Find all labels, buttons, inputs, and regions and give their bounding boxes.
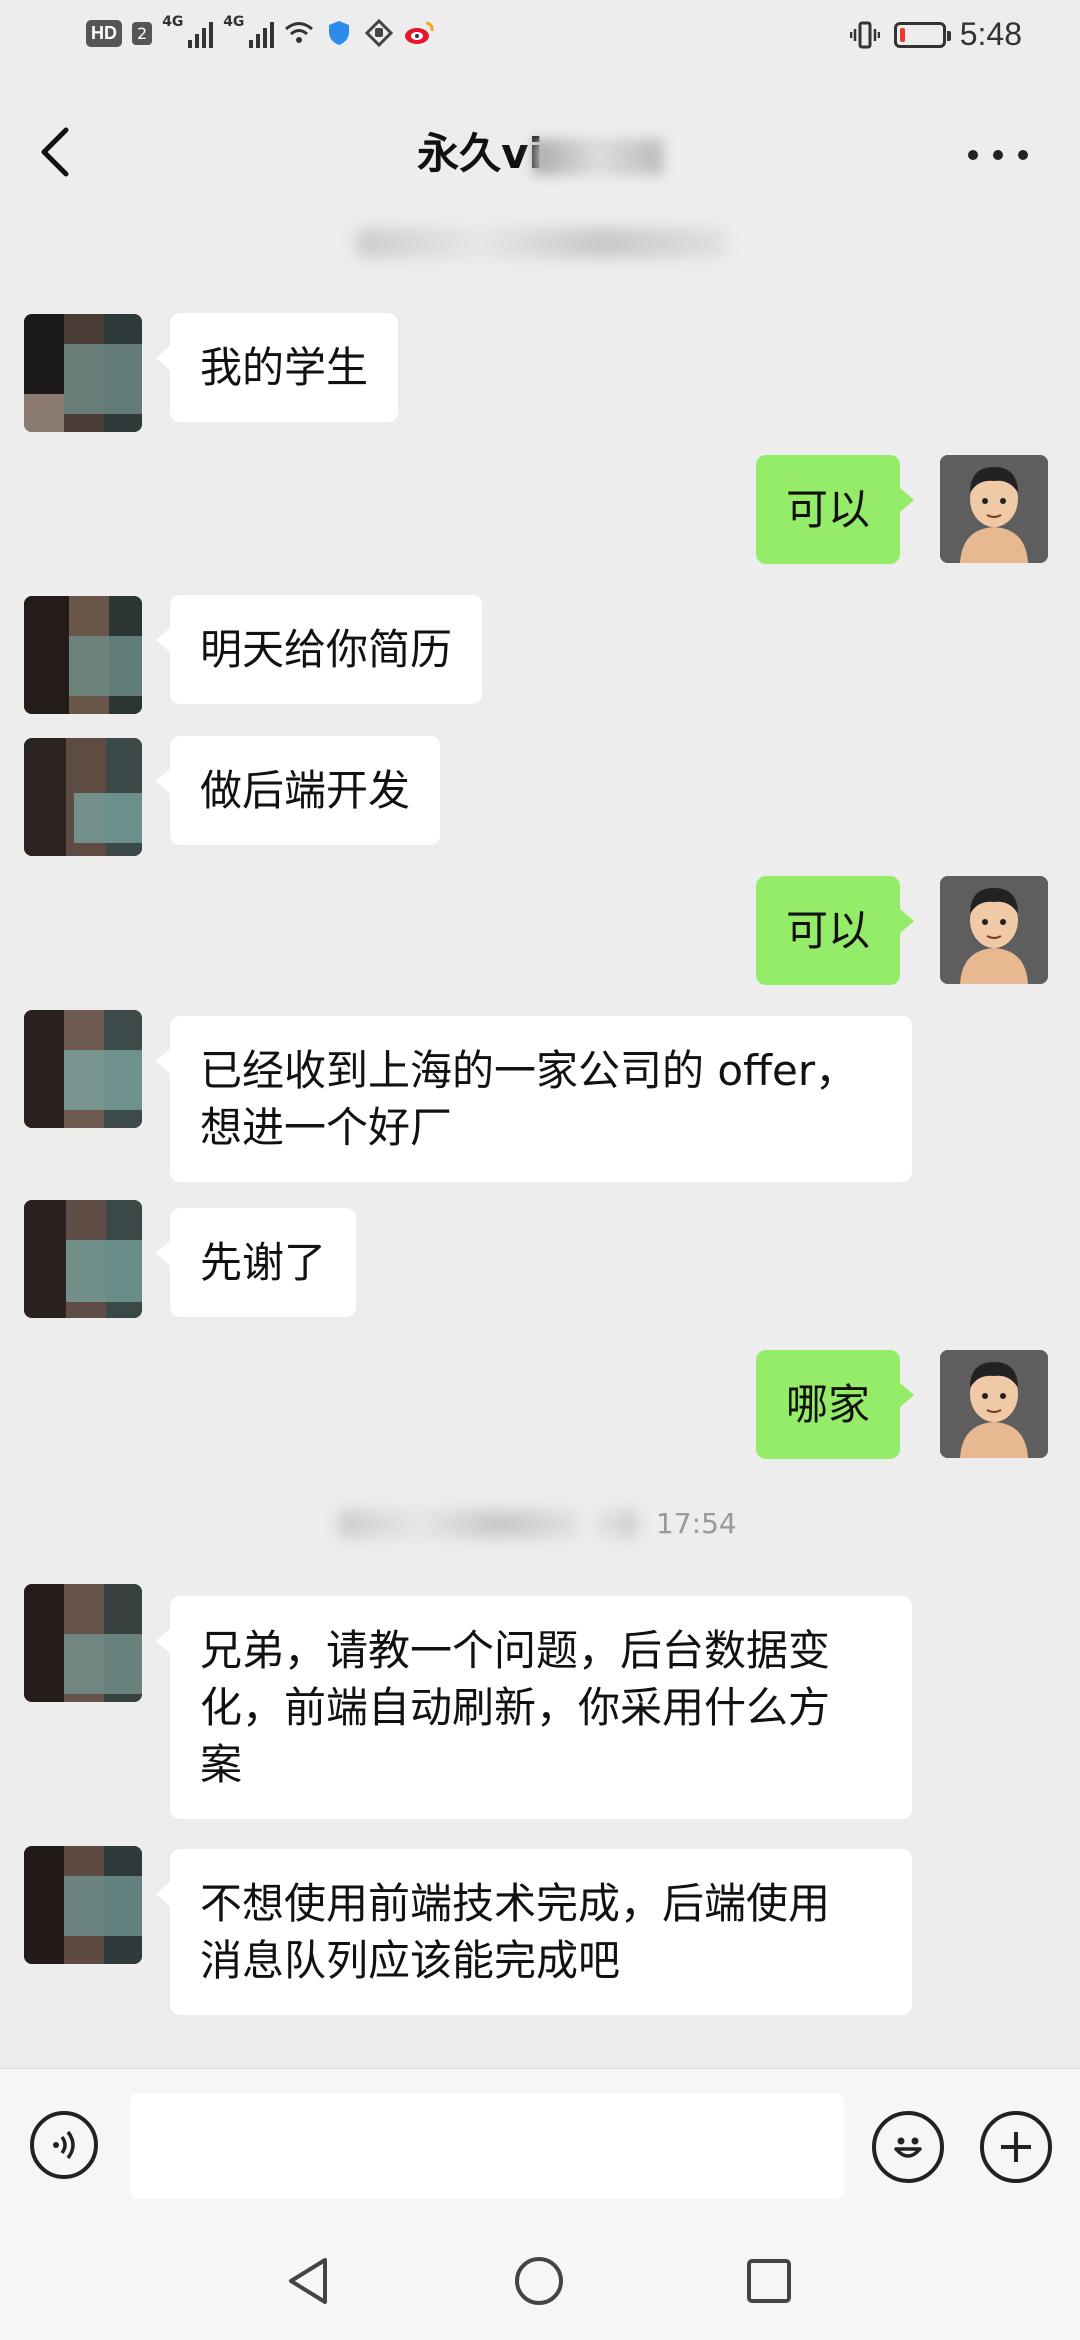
- avatar[interactable]: [24, 314, 142, 432]
- weibo-icon: [404, 18, 434, 48]
- message-bubble[interactable]: 兄弟，请教一个问题，后台数据变 化，前端自动刷新，你采用什么方 案: [156, 1596, 912, 1819]
- triangle-back-icon: [289, 2258, 327, 2304]
- network-type-label: 4G: [162, 14, 184, 30]
- message-text: 可以: [786, 906, 871, 955]
- message-text-line: 案: [200, 1740, 243, 1789]
- avatar[interactable]: [24, 1846, 142, 1964]
- chat-title: 永久vi: [0, 120, 1080, 181]
- message-bubble[interactable]: 已经收到上海的一家公司的 offer， 想进一个好厂: [156, 1016, 912, 1182]
- message-timestamp: 17:54: [656, 1507, 737, 1540]
- message-bubble[interactable]: 不想使用前端技术完成，后端使用 消息队列应该能完成吧: [156, 1849, 912, 2015]
- battery-icon: [893, 21, 951, 48]
- plus-icon: [1001, 2132, 1031, 2162]
- message-text: 明天给你简历: [200, 625, 453, 674]
- clock: 5:48: [959, 16, 1022, 52]
- message-bubble[interactable]: 做后端开发: [155, 736, 441, 845]
- message-bubble[interactable]: 先谢了: [155, 1208, 357, 1317]
- wifi-icon: [284, 18, 314, 48]
- redacted-timestamp-part: [600, 1510, 640, 1538]
- network-type-label: 4G: [223, 14, 245, 30]
- message-text: 可以: [786, 485, 871, 534]
- redacted-system-text: [356, 228, 726, 258]
- nav-home-button[interactable]: [512, 2254, 566, 2308]
- message-bubble[interactable]: 可以: [756, 876, 915, 985]
- message-text: 我的学生: [200, 343, 369, 392]
- signal-icon: 4G: [223, 14, 275, 48]
- emoji-button[interactable]: [872, 2111, 944, 2183]
- avatar[interactable]: [24, 1584, 142, 1702]
- avatar[interactable]: [940, 1350, 1048, 1458]
- message-text: 先谢了: [200, 1238, 327, 1287]
- avatar[interactable]: [24, 1010, 142, 1128]
- message-bubble[interactable]: 明天给你简历: [155, 595, 483, 704]
- chat-header: 永久vi: [0, 80, 1080, 210]
- avatar[interactable]: [940, 876, 1048, 984]
- circle-home-icon: [515, 2257, 563, 2305]
- plus-button[interactable]: [980, 2111, 1052, 2183]
- message-text-line: 想进一个好厂: [200, 1103, 453, 1152]
- hand-icon: [364, 18, 394, 48]
- chat-title-text: 永久vi: [417, 129, 543, 178]
- message-text: 做后端开发: [200, 766, 411, 815]
- message-bubble[interactable]: 可以: [756, 455, 915, 564]
- redacted-title-part: [532, 138, 663, 175]
- nav-recent-button[interactable]: [742, 2254, 796, 2308]
- more-dots-icon: [1018, 150, 1028, 160]
- avatar[interactable]: [940, 455, 1048, 563]
- signal-icon: 4G: [162, 14, 214, 48]
- vibrate-icon: [849, 20, 880, 50]
- more-dots-icon: [968, 150, 978, 160]
- more-dots-icon: [993, 150, 1003, 160]
- voice-icon: [53, 2130, 75, 2160]
- message-input[interactable]: [130, 2093, 844, 2199]
- status-right-icons: 5:48: [849, 16, 1022, 53]
- avatar[interactable]: [24, 738, 142, 856]
- nav-back-button[interactable]: [282, 2254, 336, 2308]
- message-text-line: 不想使用前端技术完成，后端使用: [200, 1879, 831, 1928]
- status-bar: HD 2 4G 4G 5:48: [0, 0, 1080, 80]
- avatar[interactable]: [24, 596, 142, 714]
- avatar-cartoon-icon: [940, 1350, 1048, 1458]
- more-button[interactable]: [968, 140, 1028, 170]
- square-recent-icon: [747, 2259, 791, 2303]
- system-nav-bar: [0, 2220, 1080, 2340]
- shield-icon: [324, 18, 354, 48]
- avatar[interactable]: [24, 1200, 142, 1318]
- redacted-timestamp-part: [338, 1510, 578, 1538]
- hd-badge: HD: [86, 19, 122, 47]
- avatar-cartoon-icon: [940, 455, 1048, 563]
- battery-level: [899, 27, 905, 42]
- emoji-icon: [894, 2137, 922, 2158]
- message-text: 哪家: [786, 1380, 871, 1429]
- voice-button[interactable]: [30, 2111, 98, 2179]
- status-left-icons: HD 2 4G 4G: [86, 14, 434, 48]
- message-bubble[interactable]: 我的学生: [155, 313, 399, 422]
- message-text-line: 消息队列应该能完成吧: [200, 1936, 621, 1985]
- message-text-line: 兄弟，请教一个问题，后台数据变: [200, 1626, 831, 1675]
- sim-badge: 2: [132, 21, 153, 45]
- input-bar: [0, 2068, 1080, 2221]
- message-text-line: 化，前端自动刷新，你采用什么方: [200, 1683, 831, 1732]
- message-bubble[interactable]: 哪家: [756, 1350, 915, 1459]
- message-text-line: 已经收到上海的一家公司的 offer，: [200, 1046, 858, 1095]
- avatar-cartoon-icon: [940, 876, 1048, 984]
